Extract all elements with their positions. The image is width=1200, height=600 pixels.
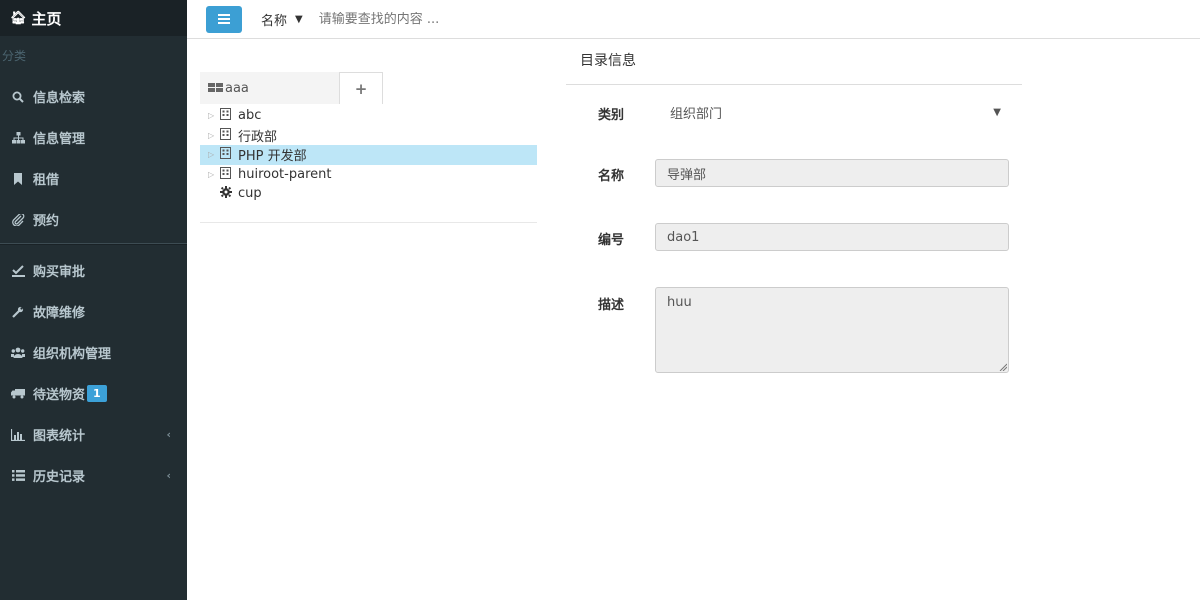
sidebar-item-label: 信息检索: [33, 91, 86, 106]
description-row: 描述 huu: [566, 287, 1022, 373]
tree-panel: aaa + ▷ abc ▷ 行政部 ▷ PHP 开发部 ▷ huiroot-pa…: [200, 72, 537, 223]
truck-icon: [10, 388, 26, 399]
tree-node-label: abc: [238, 108, 262, 124]
search-input[interactable]: [318, 11, 619, 27]
expand-triangle-icon[interactable]: ▷: [208, 150, 220, 159]
tree-tab-aaa[interactable]: aaa: [200, 72, 339, 104]
sidebar: 🏠︎ 主页 分类 信息检索 信息管理 租借 预约 购买审批 故障维修 组织机构管…: [0, 0, 187, 600]
sidebar-item-label: 信息管理: [33, 132, 86, 147]
sidebar-item-label: 组织机构管理: [33, 347, 112, 362]
tree-add-tab-button[interactable]: +: [339, 72, 383, 104]
sitemap-icon: [10, 131, 26, 144]
expand-triangle-icon[interactable]: ▷: [208, 111, 220, 120]
wrench-icon: [10, 306, 26, 318]
code-label: 编号: [598, 233, 625, 248]
expand-triangle-icon[interactable]: ▷: [208, 131, 220, 140]
home-icon: 🏠︎: [10, 10, 27, 26]
tree-node-label: 行政部: [238, 129, 278, 145]
description-value: huu: [667, 295, 692, 310]
list-icon: [10, 470, 26, 481]
sidebar-item-label: 历史记录: [33, 470, 86, 485]
pending-count-badge: 1: [87, 385, 107, 402]
sidebar-divider: [0, 243, 187, 245]
tree-list: ▷ abc ▷ 行政部 ▷ PHP 开发部 ▷ huiroot-parent c…: [200, 106, 537, 223]
sidebar-item-org-manage[interactable]: 组织机构管理: [0, 332, 187, 373]
tree-node[interactable]: ▷ abc: [200, 106, 537, 126]
topbar: 名称 ▼: [187, 0, 1200, 39]
detail-title: 目录信息: [566, 39, 1022, 85]
sidebar-section-title: 分类: [2, 49, 27, 63]
sidebar-item-label: 租借: [33, 173, 60, 188]
category-select[interactable]: 组织部门 ▼: [655, 101, 1009, 123]
name-value: 导弹部: [667, 167, 707, 183]
sidebar-toggle-button[interactable]: [206, 5, 242, 33]
expand-triangle-icon[interactable]: ▷: [208, 170, 220, 179]
paperclip-icon: [10, 213, 26, 226]
name-row: 名称 导弹部: [566, 159, 1022, 187]
bar-chart-icon: [10, 428, 26, 441]
resize-handle-icon[interactable]: [999, 363, 1007, 371]
tree-node[interactable]: cup: [200, 184, 537, 204]
building-icon: [220, 127, 238, 143]
hamburger-icon: [218, 14, 230, 24]
description-label: 描述: [598, 298, 625, 313]
building-icon: [220, 166, 238, 182]
check-icon: [10, 264, 26, 277]
sidebar-item-reserve[interactable]: 预约: [0, 199, 187, 240]
sidebar-item-rent[interactable]: 租借: [0, 158, 187, 199]
category-label: 类别: [598, 108, 625, 123]
sidebar-brand[interactable]: 🏠︎ 主页: [0, 0, 187, 36]
detail-panel: 目录信息 类别 组织部门 ▼ 名称 导弹部 编号 dao1 描述 huu: [566, 39, 1022, 373]
chevron-left-icon: ‹: [166, 469, 171, 482]
caret-down-icon: ▼: [993, 106, 1001, 118]
caret-down-icon: ▼: [295, 13, 303, 25]
users-icon: [10, 347, 26, 359]
bookmark-icon: [10, 172, 26, 185]
grid-icon: [208, 82, 223, 95]
sidebar-item-search[interactable]: 信息检索: [0, 76, 187, 117]
tree-node-label: cup: [238, 186, 262, 202]
sidebar-item-label: 故障维修: [33, 306, 86, 321]
building-icon: [220, 147, 238, 162]
sidebar-item-label: 图表统计: [33, 429, 86, 444]
tree-tab-label: aaa: [225, 80, 249, 96]
search-icon: [10, 91, 26, 103]
brand-label: 主页: [31, 9, 62, 28]
search-type-select[interactable]: 名称 ▼: [261, 10, 303, 29]
code-field[interactable]: dao1: [655, 223, 1009, 251]
code-row: 编号 dao1: [566, 223, 1022, 251]
sidebar-item-label: 待送物资: [33, 388, 86, 403]
chevron-left-icon: ‹: [166, 428, 171, 441]
sidebar-item-repair[interactable]: 故障维修: [0, 291, 187, 332]
search-type-value: 名称: [261, 13, 288, 29]
sidebar-item-history[interactable]: 历史记录 ‹: [0, 455, 187, 496]
sidebar-item-purchase-approval[interactable]: 购买审批: [0, 250, 187, 291]
building-icon: [220, 108, 238, 123]
tree-node-selected[interactable]: ▷ PHP 开发部: [200, 145, 537, 165]
tree-node[interactable]: ▷ 行政部: [200, 126, 537, 146]
description-textarea[interactable]: huu: [655, 287, 1009, 373]
category-row: 类别 组织部门 ▼: [566, 101, 1022, 124]
tree-node-label: PHP 开发部: [238, 149, 307, 165]
tree-node-label: huiroot-parent: [238, 166, 332, 182]
name-label: 名称: [598, 169, 625, 184]
sidebar-item-label: 预约: [33, 214, 60, 229]
sidebar-item-pending-delivery[interactable]: 待送物资 1: [0, 373, 187, 414]
name-field[interactable]: 导弹部: [655, 159, 1009, 187]
tree-tabs: aaa +: [200, 72, 537, 104]
sidebar-item-charts[interactable]: 图表统计 ‹: [0, 414, 187, 455]
gear-icon: [220, 186, 238, 201]
code-value: dao1: [667, 229, 700, 245]
category-value: 组织部门: [670, 106, 723, 122]
tree-node[interactable]: ▷ huiroot-parent: [200, 165, 537, 185]
sidebar-item-label: 购买审批: [33, 265, 86, 280]
sidebar-item-info-manage[interactable]: 信息管理: [0, 117, 187, 158]
